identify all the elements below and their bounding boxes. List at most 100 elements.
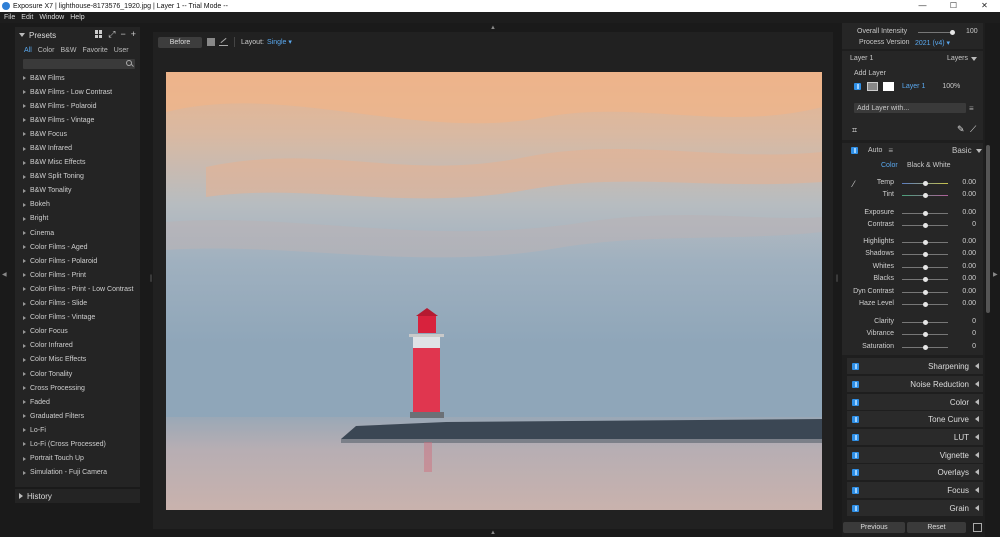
- adjustment-value[interactable]: 0: [950, 318, 976, 325]
- preset-category[interactable]: Portrait Touch Up: [23, 452, 138, 466]
- adjustment-slider[interactable]: [902, 252, 948, 257]
- adjustment-value[interactable]: 0: [950, 221, 976, 228]
- reset-button[interactable]: Reset: [907, 522, 966, 533]
- adjustment-slider[interactable]: [902, 320, 948, 325]
- slider-knob[interactable]: [922, 290, 928, 295]
- adjustment-slider[interactable]: [902, 345, 948, 350]
- layout-select[interactable]: Single ▾: [267, 38, 292, 46]
- mode-color[interactable]: Color: [881, 162, 898, 169]
- section-toggle[interactable]: [852, 468, 859, 476]
- preset-category[interactable]: B&W Films: [23, 71, 138, 85]
- adjustment-value[interactable]: 0.00: [950, 275, 976, 282]
- tab-user[interactable]: User: [114, 47, 129, 54]
- preset-category[interactable]: Color Films - Polaroid: [23, 254, 138, 268]
- right-splitter-handle[interactable]: ║: [835, 276, 839, 282]
- section-sharpening[interactable]: Sharpening: [847, 358, 983, 374]
- adjustment-value[interactable]: 0.00: [950, 238, 976, 245]
- auto-button[interactable]: Auto: [868, 147, 882, 154]
- section-toggle[interactable]: [852, 504, 859, 512]
- section-tone-curve[interactable]: Tone Curve: [847, 411, 983, 427]
- collapse-right-icon[interactable]: ▶: [993, 272, 998, 278]
- overall-intensity-value[interactable]: 100: [966, 28, 978, 35]
- photo-canvas[interactable]: [166, 72, 822, 510]
- adjustment-value[interactable]: 0: [950, 330, 976, 337]
- section-toggle[interactable]: [852, 415, 859, 423]
- preset-category[interactable]: Graduated Filters: [23, 409, 138, 423]
- collapse-left-icon[interactable]: ◀: [2, 272, 7, 278]
- preset-category[interactable]: Cross Processing: [23, 381, 138, 395]
- compare-square-icon[interactable]: [207, 38, 215, 46]
- preset-category[interactable]: B&W Films - Low Contrast: [23, 85, 138, 99]
- slider-knob[interactable]: [922, 345, 928, 350]
- layer-opacity[interactable]: 100%: [942, 83, 960, 90]
- slider-knob[interactable]: [922, 223, 928, 228]
- adjustment-value[interactable]: 0.00: [950, 179, 976, 186]
- basic-toggle[interactable]: [851, 147, 858, 154]
- preset-category[interactable]: Lo-Fi (Cross Processed): [23, 437, 138, 451]
- adjustments-scrollbar[interactable]: [986, 145, 990, 313]
- adjustment-value[interactable]: 0: [950, 343, 976, 350]
- history-panel-header[interactable]: History: [15, 489, 140, 503]
- overall-intensity-knob[interactable]: [949, 30, 955, 35]
- adjustment-value[interactable]: 0.00: [950, 250, 976, 257]
- adjustment-slider[interactable]: [902, 265, 948, 270]
- slider-knob[interactable]: [922, 240, 928, 245]
- preset-category[interactable]: Faded: [23, 395, 138, 409]
- adjustment-value[interactable]: 0.00: [950, 300, 976, 307]
- slider-knob[interactable]: [922, 302, 928, 307]
- split-view-icon[interactable]: [219, 38, 228, 46]
- overall-intensity-slider[interactable]: [918, 30, 955, 35]
- adjustment-slider[interactable]: [902, 302, 948, 307]
- menu-help[interactable]: Help: [70, 14, 84, 21]
- tab-color[interactable]: Color: [38, 47, 55, 54]
- preset-category[interactable]: Simulation - Fuji Camera: [23, 466, 138, 480]
- preset-category[interactable]: B&W Tonality: [23, 184, 138, 198]
- adjustment-slider[interactable]: [902, 332, 948, 337]
- preset-category[interactable]: Color Films - Print - Low Contrast: [23, 282, 138, 296]
- layer-visibility-toggle[interactable]: [854, 83, 861, 90]
- section-color[interactable]: Color: [847, 394, 983, 410]
- section-grain[interactable]: Grain: [847, 500, 983, 516]
- tab-all[interactable]: All: [24, 47, 32, 54]
- adjustment-slider[interactable]: [902, 290, 948, 295]
- slider-knob[interactable]: [922, 320, 928, 325]
- basic-title[interactable]: Basic: [952, 146, 982, 155]
- preset-category[interactable]: B&W Misc Effects: [23, 156, 138, 170]
- adjustment-slider[interactable]: [902, 211, 948, 216]
- section-lut[interactable]: LUT: [847, 429, 983, 445]
- slider-knob[interactable]: [922, 252, 928, 257]
- close-button[interactable]: ✕: [969, 0, 1000, 12]
- preset-category[interactable]: B&W Films - Vintage: [23, 113, 138, 127]
- adjustment-value[interactable]: 0.00: [950, 191, 976, 198]
- remove-preset-icon[interactable]: −: [120, 30, 125, 39]
- preset-category[interactable]: Color Infrared: [23, 339, 138, 353]
- section-noise-reduction[interactable]: Noise Reduction: [847, 376, 983, 392]
- section-toggle[interactable]: [852, 451, 859, 459]
- preset-category[interactable]: Color Misc Effects: [23, 353, 138, 367]
- section-focus[interactable]: Focus: [847, 482, 983, 498]
- tab-bw[interactable]: B&W: [61, 47, 77, 54]
- preset-category[interactable]: Color Films - Vintage: [23, 311, 138, 325]
- section-toggle[interactable]: [852, 486, 859, 494]
- slider-knob[interactable]: [922, 193, 928, 198]
- preset-category[interactable]: Bright: [23, 212, 138, 226]
- slider-knob[interactable]: [922, 211, 928, 216]
- collapse-top-icon[interactable]: ▲: [490, 25, 496, 31]
- add-layer-with-select[interactable]: Add Layer with...: [854, 103, 966, 113]
- adjustment-value[interactable]: 0.00: [950, 288, 976, 295]
- preset-category[interactable]: Color Films - Print: [23, 268, 138, 282]
- tab-favorite[interactable]: Favorite: [82, 47, 107, 54]
- preset-category[interactable]: Color Focus: [23, 325, 138, 339]
- slider-knob[interactable]: [922, 277, 928, 282]
- crop-icon[interactable]: ⌗: [852, 125, 857, 136]
- section-toggle[interactable]: [852, 433, 859, 441]
- brush-icon[interactable]: ⟋: [970, 124, 976, 135]
- menu-file[interactable]: File: [4, 14, 15, 21]
- section-toggle[interactable]: [852, 380, 859, 388]
- preset-category[interactable]: Color Films - Aged: [23, 240, 138, 254]
- preset-search-input[interactable]: [23, 59, 135, 69]
- layer-row[interactable]: Layer 1 100%: [854, 82, 960, 91]
- preset-category[interactable]: B&W Films - Polaroid: [23, 99, 138, 113]
- layer-options-icon[interactable]: ≡: [969, 104, 974, 113]
- menu-edit[interactable]: Edit: [21, 14, 33, 21]
